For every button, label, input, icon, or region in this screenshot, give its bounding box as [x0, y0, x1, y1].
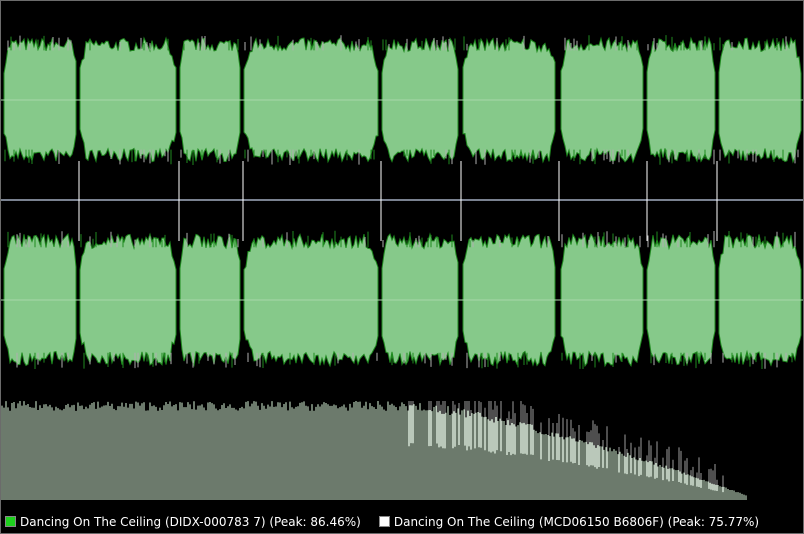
legend-bar: Dancing On The Ceiling (DIDX-000783 7) (…: [1, 510, 803, 533]
waveform-segment: [381, 232, 459, 367]
legend-item-track-a: Dancing On The Ceiling (DIDX-000783 7) (…: [5, 515, 361, 529]
legend-swatch-white: [378, 516, 390, 527]
waveform-canvas: [1, 35, 803, 500]
legend-label-track-b: Dancing On The Ceiling (MCD06150 B6806F)…: [393, 514, 760, 529]
legend-swatch-green: [5, 516, 16, 527]
waveform-comparison-view: Dancing On The Ceiling (DIDX-000783 7) (…: [0, 0, 804, 534]
legend-item-track-b: Dancing On The Ceiling (MCD06150 B6806F)…: [378, 514, 760, 529]
legend-label-track-a: Dancing On The Ceiling (DIDX-000783 7) (…: [20, 514, 361, 529]
